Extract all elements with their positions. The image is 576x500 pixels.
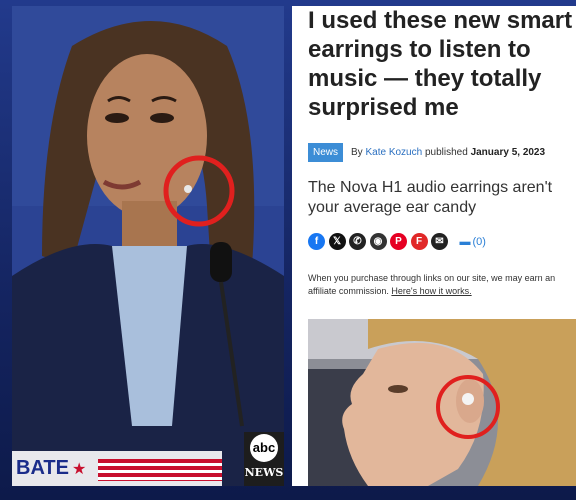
debate-banner-text: BATE: [16, 457, 69, 479]
star-icon: ★: [71, 460, 87, 478]
flag-stripes: [98, 459, 222, 481]
reddit-icon[interactable]: ◉: [369, 233, 387, 250]
published-prefix: published: [424, 147, 468, 158]
network-logo-box: abc NEWS: [244, 432, 284, 486]
article-hero-image: [308, 319, 576, 486]
affiliate-disclaimer: When you purchase through links on our s…: [308, 272, 570, 298]
abc-logo-icon: abc: [250, 434, 278, 462]
category-tag[interactable]: News: [308, 143, 344, 162]
debate-photo-art: [12, 6, 284, 486]
pinterest-icon[interactable]: P: [390, 233, 407, 250]
share-bar: f 𝕏 ✆ ◉ P F ✉ ▬ (0): [308, 233, 486, 250]
debate-banner: BATE ★: [12, 451, 222, 486]
email-icon[interactable]: ✉: [431, 233, 448, 250]
facebook-icon[interactable]: f: [308, 233, 325, 250]
author-link[interactable]: Kate Kozuch: [365, 147, 422, 158]
whatsapp-icon[interactable]: ✆: [349, 233, 366, 250]
article-subheadline: The Nova H1 audio earrings aren't your a…: [308, 179, 553, 216]
how-it-works-link[interactable]: Here's how it works.: [391, 286, 471, 296]
debate-photo: BATE ★ abc NEWS: [12, 6, 284, 486]
article-headline: I used these new smart earrings to liste…: [308, 7, 573, 121]
network-label: NEWS: [244, 466, 284, 479]
x-icon[interactable]: 𝕏: [328, 233, 346, 250]
by-prefix: By: [351, 147, 363, 158]
comment-icon[interactable]: ▬: [460, 236, 471, 248]
article-panel: I used these new smart earrings to liste…: [292, 6, 576, 486]
article-hero-art: [308, 319, 576, 486]
publish-date: January 5, 2023: [470, 147, 546, 158]
article-meta: News By Kate Kozuch published January 5,…: [308, 143, 545, 162]
byline: By Kate Kozuch published January 5, 2023: [351, 147, 545, 158]
comment-count[interactable]: (0): [473, 236, 486, 248]
flipboard-icon[interactable]: F: [410, 233, 428, 250]
